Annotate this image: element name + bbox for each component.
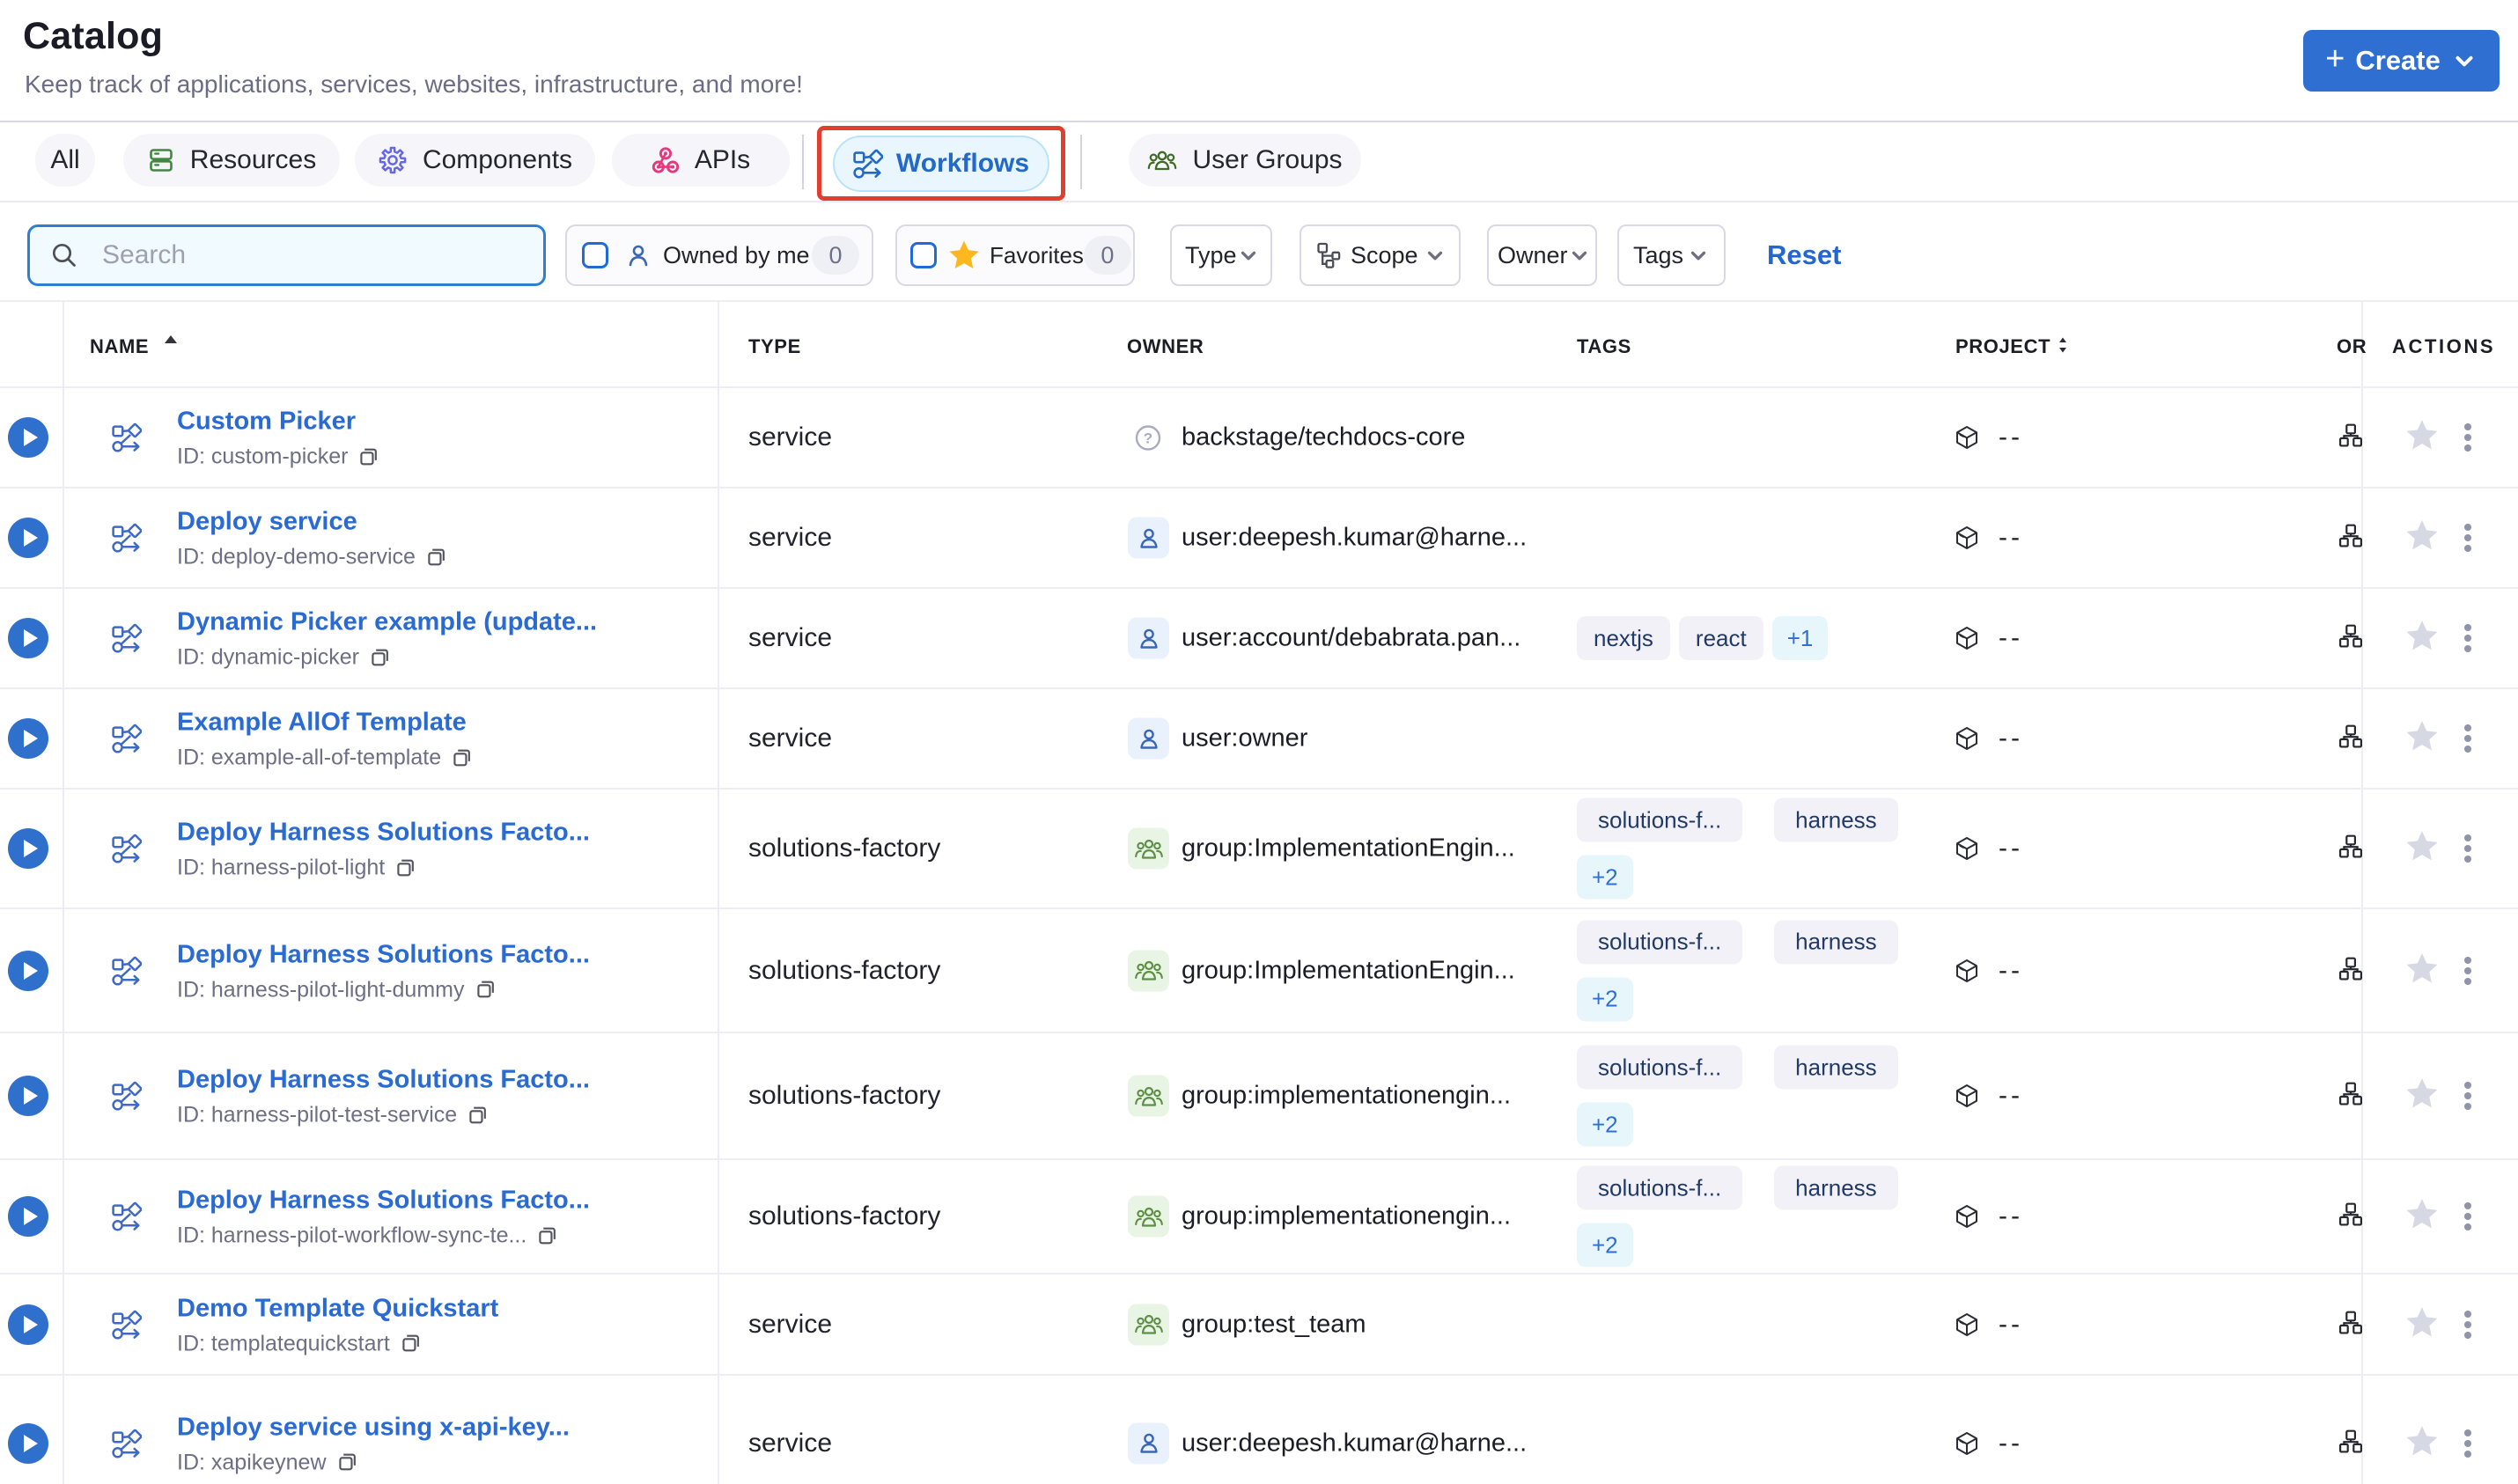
svg-text:?: ? bbox=[1144, 430, 1152, 446]
